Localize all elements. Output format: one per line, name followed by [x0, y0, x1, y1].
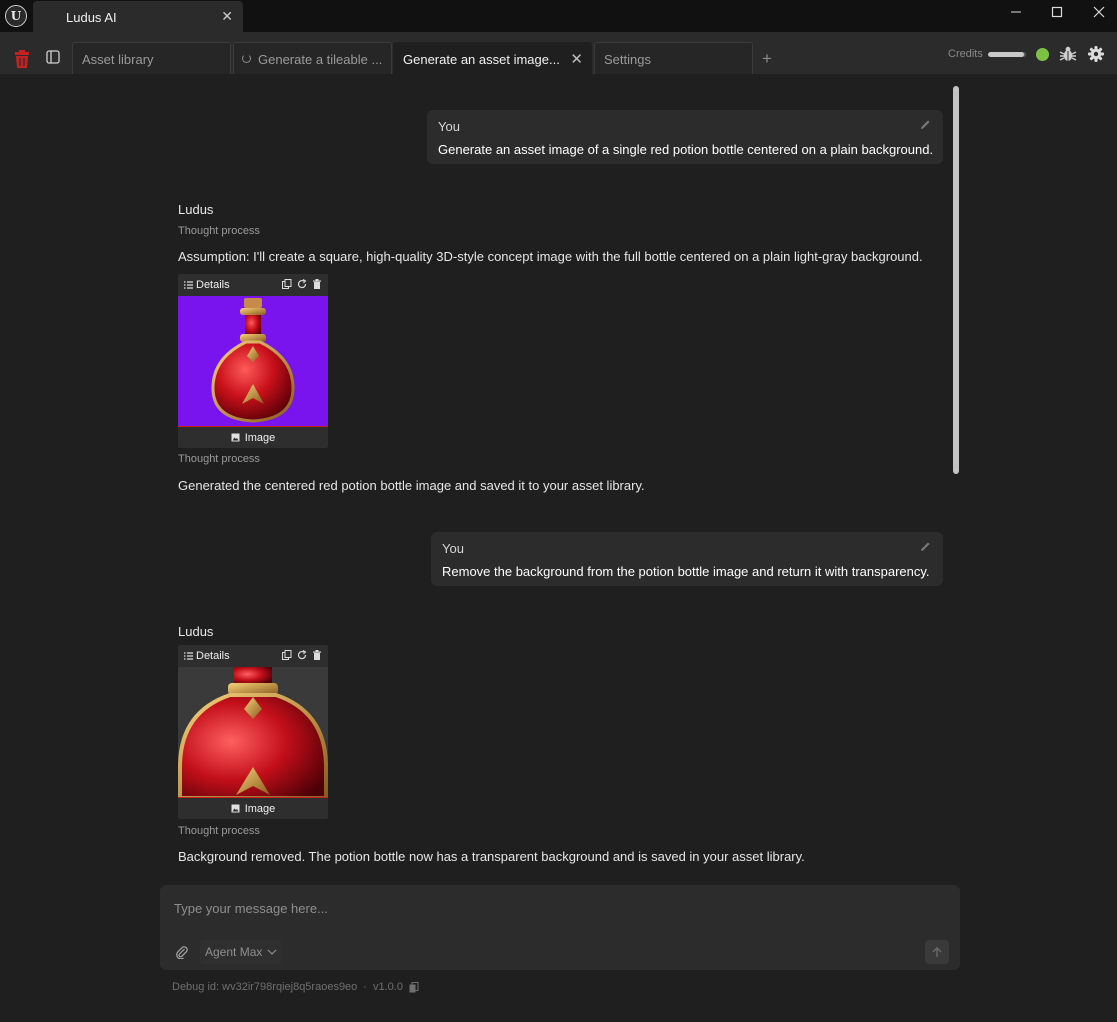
copy-icon[interactable] — [409, 981, 419, 993]
message-text: Remove the background from the potion bo… — [442, 564, 930, 579]
tab-generate-asset-image[interactable]: Generate an asset image... ✕ — [393, 42, 592, 74]
generated-potion-image[interactable] — [178, 296, 328, 427]
delete-icon[interactable] — [312, 650, 322, 660]
image-result-card: Details Image — [178, 274, 328, 448]
image-label-text: Image — [244, 802, 276, 815]
assistant-text: Background removed. The potion bottle no… — [178, 849, 805, 864]
minimize-button[interactable] — [996, 2, 1036, 22]
agent-mode-select[interactable]: Agent Max — [200, 940, 283, 964]
assistant-name: Ludus — [178, 624, 214, 639]
image-result-card: Details Image — [178, 645, 328, 819]
list-icon — [184, 652, 193, 660]
footer-separator: · — [363, 981, 367, 993]
details-label: Details — [196, 279, 230, 291]
tab-close-button[interactable]: ✕ — [570, 50, 583, 68]
window-tab[interactable]: Ludus AI ✕ — [33, 1, 243, 32]
maximize-icon — [1051, 6, 1063, 18]
copy-icon[interactable] — [282, 650, 292, 660]
card-header: Details — [178, 645, 328, 667]
arrow-up-icon — [932, 946, 942, 957]
credits-progress-bar — [988, 52, 1026, 57]
gear-icon[interactable] — [1088, 46, 1104, 62]
trash-bin-logo-icon[interactable] — [12, 49, 32, 69]
edit-pencil-icon[interactable] — [920, 541, 931, 552]
chat-scrollbar[interactable] — [953, 86, 959, 474]
tab-label: Settings — [604, 52, 651, 67]
tab-label: Generate a tileable ... — [258, 52, 383, 67]
message-author: You — [438, 119, 460, 134]
image-label-text: Image — [244, 431, 276, 444]
thought-process-toggle[interactable]: Thought process — [178, 453, 260, 465]
bug-report-icon[interactable] — [1059, 45, 1077, 63]
agent-mode-label: Agent Max — [205, 945, 263, 959]
thought-process-toggle[interactable]: Thought process — [178, 825, 260, 837]
tab-settings[interactable]: Settings — [594, 42, 753, 74]
regenerate-icon[interactable] — [297, 650, 307, 660]
image-icon — [231, 433, 240, 442]
copy-icon[interactable] — [282, 279, 292, 289]
details-button[interactable]: Details — [184, 279, 230, 291]
new-tab-button[interactable]: + — [762, 49, 772, 69]
attach-button[interactable] — [170, 940, 194, 964]
chevron-down-icon — [267, 949, 277, 955]
tab-label: Generate an asset image... — [403, 52, 560, 67]
details-button[interactable]: Details — [184, 650, 230, 662]
card-header: Details — [178, 274, 328, 296]
message-text: Generate an asset image of a single red … — [438, 142, 934, 157]
chat-area[interactable] — [0, 74, 1117, 874]
debug-footer: Debug id: wv32ir798rqiej8q5raoes9eo · v1… — [172, 981, 419, 993]
tab-label: Asset library — [82, 52, 154, 67]
app-version: v1.0.0 — [372, 981, 403, 993]
minimize-icon — [1011, 11, 1021, 13]
loading-spinner-icon — [242, 54, 251, 63]
title-bar: U Ludus AI ✕ — [0, 0, 1117, 32]
regenerate-icon[interactable] — [297, 279, 307, 289]
red-potion-bottle-illustration — [178, 296, 328, 427]
window-tab-close-button[interactable]: ✕ — [221, 8, 233, 25]
assistant-name: Ludus — [178, 202, 214, 217]
details-label: Details — [196, 650, 230, 662]
tab-asset-library[interactable]: Asset library — [72, 42, 231, 74]
thought-process-toggle[interactable]: Thought process — [178, 225, 260, 237]
image-icon — [231, 804, 240, 813]
assistant-text: Generated the centered red potion bottle… — [178, 478, 645, 493]
credits-progress-fill — [988, 52, 1025, 57]
image-label[interactable]: Image — [178, 798, 328, 819]
close-window-button[interactable] — [1079, 2, 1117, 22]
user-message: You Generate an asset image of a single … — [427, 110, 943, 164]
transparent-potion-image[interactable] — [178, 667, 328, 798]
app-toolbar: Asset library Generate a tileable ... Ge… — [0, 32, 1117, 74]
close-icon — [1093, 6, 1105, 18]
tab-generate-tileable[interactable]: Generate a tileable ... — [233, 42, 392, 74]
send-button[interactable] — [925, 940, 949, 964]
credits-label: Credits — [948, 48, 983, 60]
image-label[interactable]: Image — [178, 427, 328, 448]
message-author: You — [442, 541, 464, 556]
connection-status-dot — [1036, 48, 1049, 61]
user-message: You Remove the background from the potio… — [431, 532, 943, 586]
edit-pencil-icon[interactable] — [920, 119, 931, 130]
delete-icon[interactable] — [312, 279, 322, 289]
maximize-button[interactable] — [1037, 2, 1077, 22]
window-tab-title: Ludus AI — [66, 10, 117, 25]
sidebar-toggle-icon[interactable] — [46, 50, 60, 64]
debug-id: Debug id: wv32ir798rqiej8q5raoes9eo — [172, 981, 358, 993]
list-icon — [184, 281, 193, 289]
assistant-text: Assumption: I'll create a square, high-q… — [178, 249, 923, 264]
paperclip-icon — [176, 946, 188, 959]
unreal-logo-icon: U — [5, 5, 27, 27]
red-potion-bottle-closeup-illustration — [178, 667, 328, 798]
message-input[interactable] — [174, 901, 934, 916]
message-composer: Agent Max — [160, 885, 960, 970]
